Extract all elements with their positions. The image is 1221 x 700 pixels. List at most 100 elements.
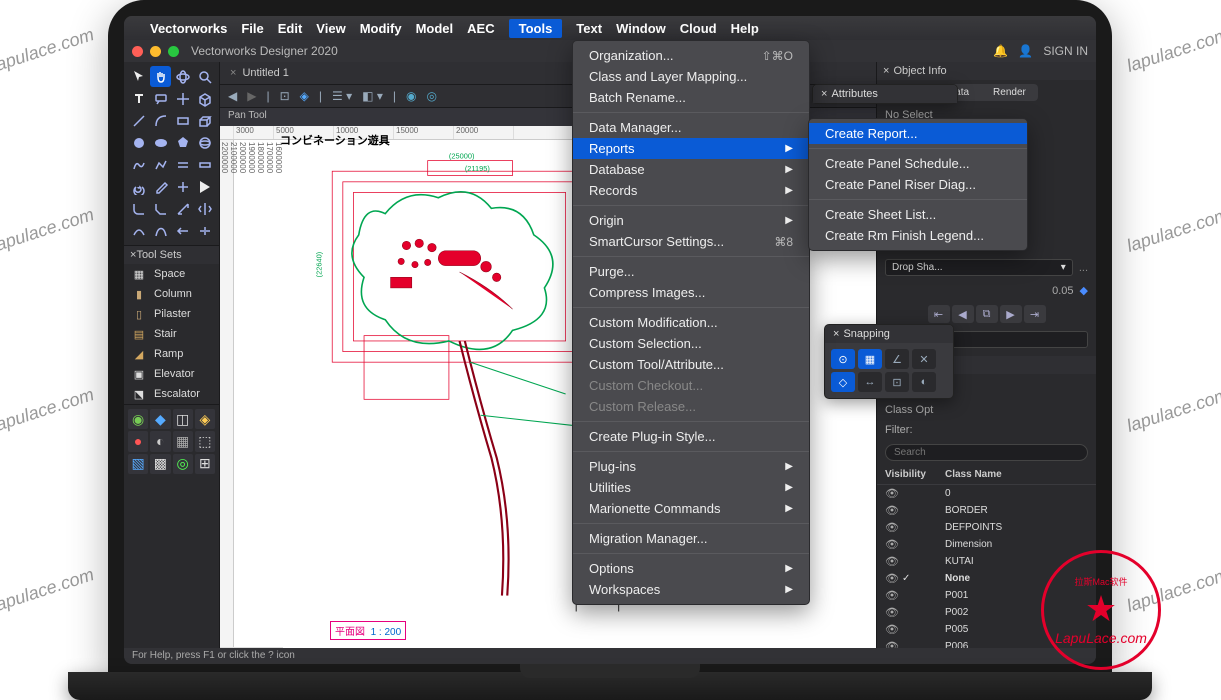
maximize-button[interactable] bbox=[168, 46, 179, 57]
res-2[interactable]: ◆ bbox=[150, 409, 170, 429]
snapping-palette[interactable]: ×Snapping ⊙ ▦ ∠ ✕ ◇ ↔ ⊡ ◐ bbox=[824, 324, 954, 399]
menu-view[interactable]: View bbox=[316, 21, 345, 36]
toolset-stair[interactable]: ▤Stair bbox=[124, 324, 219, 344]
toolset-elevator[interactable]: ▣Elevator bbox=[124, 364, 219, 384]
menu-item-compress-images-[interactable]: Compress Images... bbox=[573, 282, 809, 303]
eyedropper-tool[interactable] bbox=[150, 176, 171, 197]
nav-next[interactable]: ▶ bbox=[1000, 305, 1022, 323]
menu-item-options[interactable]: Options▶ bbox=[573, 558, 809, 579]
class-row[interactable]: 👁BORDER bbox=[877, 502, 1096, 519]
nav-prev[interactable]: ◀ bbox=[952, 305, 974, 323]
submenu-item-create-rm-finish-legend-[interactable]: Create Rm Finish Legend... bbox=[809, 225, 1027, 246]
menu-file[interactable]: File bbox=[241, 21, 263, 36]
zoom-tool[interactable] bbox=[194, 66, 215, 87]
split-tool[interactable] bbox=[194, 220, 215, 241]
attr-tool[interactable] bbox=[172, 176, 193, 197]
trim-tool[interactable] bbox=[172, 220, 193, 241]
locus-tool[interactable] bbox=[172, 88, 193, 109]
menu-help[interactable]: Help bbox=[731, 21, 759, 36]
view-cube[interactable]: ◈ bbox=[300, 89, 309, 103]
bell-icon[interactable]: 🔔 bbox=[993, 44, 1008, 58]
menu-item-origin[interactable]: Origin▶ bbox=[573, 210, 809, 231]
menu-modify[interactable]: Modify bbox=[360, 21, 402, 36]
close-button[interactable] bbox=[132, 46, 143, 57]
nav-first[interactable]: ⇤ bbox=[928, 305, 950, 323]
nav-fwd[interactable]: ▶ bbox=[247, 89, 256, 103]
wall-tool[interactable] bbox=[194, 154, 215, 175]
res-4[interactable]: ◈ bbox=[195, 409, 215, 429]
snap-grid[interactable]: ▦ bbox=[858, 349, 882, 369]
res-5[interactable]: ● bbox=[128, 431, 148, 451]
menu-model[interactable]: Model bbox=[416, 21, 454, 36]
res-1[interactable]: ◉ bbox=[128, 409, 148, 429]
menu-item-database[interactable]: Database▶ bbox=[573, 159, 809, 180]
snap-angle[interactable]: ∠ bbox=[885, 349, 909, 369]
class-row[interactable]: 👁DEFPOINTS bbox=[877, 519, 1096, 536]
polygon-tool[interactable] bbox=[172, 132, 193, 153]
nav-link[interactable]: ⧉ bbox=[976, 305, 998, 323]
res-6[interactable]: ◐ bbox=[150, 431, 170, 451]
chamfer-tool[interactable] bbox=[150, 198, 171, 219]
menu-aec[interactable]: AEC bbox=[467, 21, 494, 36]
flyover-tool[interactable] bbox=[172, 66, 193, 87]
arrow-tool[interactable] bbox=[194, 176, 215, 197]
rectangle-tool[interactable] bbox=[172, 110, 193, 131]
menu-item-reports[interactable]: Reports▶ bbox=[573, 138, 809, 159]
extrude-tool[interactable] bbox=[194, 110, 215, 131]
nav-last[interactable]: ⇥ bbox=[1024, 305, 1046, 323]
clip-tool[interactable] bbox=[128, 220, 149, 241]
menu-edit[interactable]: Edit bbox=[278, 21, 303, 36]
menu-item-migration-manager-[interactable]: Migration Manager... bbox=[573, 528, 809, 549]
menu-tools[interactable]: Tools bbox=[509, 19, 563, 38]
mirror-tool[interactable] bbox=[194, 198, 215, 219]
menu-item-organization-[interactable]: Organization...⇧⌘O bbox=[573, 45, 809, 66]
nav-back[interactable]: ◀ bbox=[228, 89, 237, 103]
ellipse-tool[interactable] bbox=[150, 132, 171, 153]
circle-tool[interactable] bbox=[128, 132, 149, 153]
menu-item-marionette-commands[interactable]: Marionette Commands▶ bbox=[573, 498, 809, 519]
menu-item-class-and-layer-mapping-[interactable]: Class and Layer Mapping... bbox=[573, 66, 809, 87]
toolset-escalator[interactable]: ⬔Escalator bbox=[124, 384, 219, 404]
toolset-space[interactable]: ▦Space bbox=[124, 264, 219, 284]
submenu-item-create-panel-riser-diag-[interactable]: Create Panel Riser Diag... bbox=[809, 174, 1027, 195]
minimize-button[interactable] bbox=[150, 46, 161, 57]
class-row[interactable]: 👁0 bbox=[877, 485, 1096, 502]
menu-item-utilities[interactable]: Utilities▶ bbox=[573, 477, 809, 498]
menu-window[interactable]: Window bbox=[616, 21, 666, 36]
drop-shadow-select[interactable]: Drop Sha...▾ bbox=[885, 259, 1073, 276]
menu-item-create-plug-in-style-[interactable]: Create Plug-in Style... bbox=[573, 426, 809, 447]
submenu-item-create-sheet-list-[interactable]: Create Sheet List... bbox=[809, 204, 1027, 225]
res-9[interactable]: ▧ bbox=[128, 454, 148, 474]
selection-tool[interactable] bbox=[128, 66, 149, 87]
attributes-palette[interactable]: ×Attributes bbox=[812, 84, 958, 104]
menu-cloud[interactable]: Cloud bbox=[680, 21, 717, 36]
polyline-tool[interactable] bbox=[150, 154, 171, 175]
offset-tool[interactable] bbox=[172, 198, 193, 219]
submenu-item-create-panel-schedule-[interactable]: Create Panel Schedule... bbox=[809, 153, 1027, 174]
toolset-column[interactable]: ▮Column bbox=[124, 284, 219, 304]
menu-item-purge-[interactable]: Purge... bbox=[573, 261, 809, 282]
user-icon[interactable]: 👤 bbox=[1018, 44, 1033, 58]
menu-item-smartcursor-settings-[interactable]: SmartCursor Settings...⌘8 bbox=[573, 231, 809, 252]
cube-tool[interactable] bbox=[194, 88, 215, 109]
arc-tool[interactable] bbox=[150, 110, 171, 131]
class-search[interactable] bbox=[885, 444, 1088, 461]
signin-link[interactable]: SIGN IN bbox=[1043, 44, 1088, 58]
res-7[interactable]: ▦ bbox=[173, 431, 193, 451]
menu-text[interactable]: Text bbox=[576, 21, 602, 36]
snap-distance[interactable]: ↔ bbox=[858, 372, 882, 392]
res-8[interactable]: ⬚ bbox=[195, 431, 215, 451]
menu-item-data-manager-[interactable]: Data Manager... bbox=[573, 117, 809, 138]
res-12[interactable]: ⊞ bbox=[195, 454, 215, 474]
snap-smart[interactable]: ◇ bbox=[831, 372, 855, 392]
fit-view[interactable]: ⊡ bbox=[280, 89, 290, 103]
layers-icon[interactable]: ☰ ▾ bbox=[332, 89, 352, 103]
app-name[interactable]: Vectorworks bbox=[150, 21, 227, 36]
camera-icon[interactable]: ◎ bbox=[426, 89, 436, 103]
pan-tool[interactable] bbox=[150, 66, 171, 87]
tab-render[interactable]: Render bbox=[981, 84, 1038, 101]
spiral-tool[interactable] bbox=[128, 176, 149, 197]
fillet-tool[interactable] bbox=[128, 198, 149, 219]
class-row[interactable]: 👁Dimension bbox=[877, 536, 1096, 553]
freehand-tool[interactable] bbox=[128, 154, 149, 175]
